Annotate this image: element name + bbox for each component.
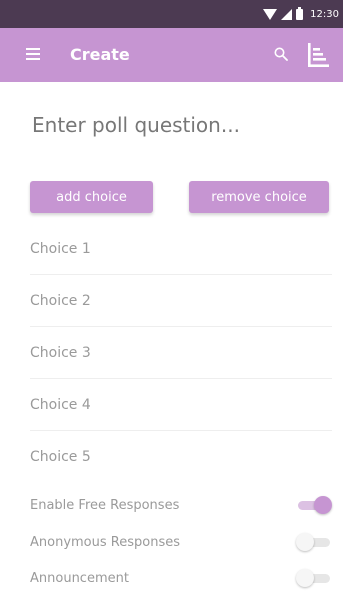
signal-icon xyxy=(281,8,293,20)
choice-input[interactable] xyxy=(30,449,332,465)
free-responses-switch[interactable] xyxy=(296,495,332,515)
choice-input[interactable] xyxy=(30,396,332,413)
choice-input[interactable] xyxy=(30,240,332,257)
toggle-row-announcement: Announcement xyxy=(30,566,332,590)
choice-input[interactable] xyxy=(30,292,332,309)
choice-input[interactable] xyxy=(30,344,332,361)
anonymous-switch[interactable] xyxy=(296,532,332,552)
toggle-label: Announcement xyxy=(30,570,129,586)
add-choice-button[interactable]: add choice xyxy=(30,181,153,213)
battery-icon xyxy=(296,6,304,20)
status-bar: 12:30 xyxy=(0,0,343,28)
choice-row xyxy=(30,223,332,275)
remove-choice-button[interactable]: remove choice xyxy=(189,181,329,213)
status-time: 12:30 xyxy=(310,8,339,20)
create-poll-screen: 12:30 Create add choice remove choice xyxy=(0,0,343,591)
toggle-label: Anonymous Responses xyxy=(30,534,180,550)
choice-row xyxy=(30,275,332,327)
choice-row xyxy=(30,327,332,379)
menu-icon[interactable] xyxy=(26,48,40,60)
search-icon[interactable] xyxy=(274,47,288,61)
sort-icon[interactable] xyxy=(305,42,331,68)
choice-row xyxy=(30,379,332,431)
wifi-icon xyxy=(263,8,278,20)
toolbar: Create xyxy=(0,28,343,82)
page-title: Create xyxy=(70,45,130,64)
toggle-row-free-responses: Enable Free Responses xyxy=(30,493,332,517)
choice-row xyxy=(30,431,332,483)
announcement-switch[interactable] xyxy=(296,568,332,588)
toggle-label: Enable Free Responses xyxy=(30,497,180,513)
toggle-row-anonymous: Anonymous Responses xyxy=(30,530,332,554)
poll-question-input[interactable] xyxy=(32,110,322,140)
